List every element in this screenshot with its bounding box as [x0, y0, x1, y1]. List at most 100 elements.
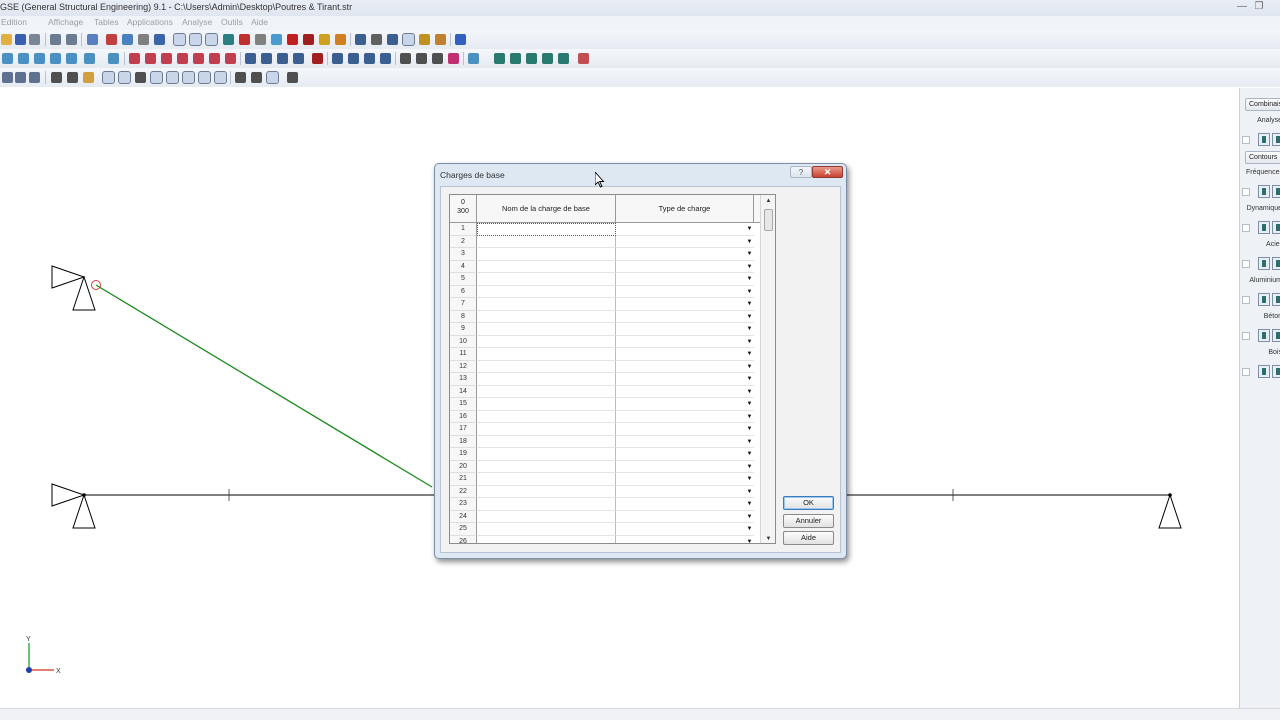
load-name-cell[interactable]: [477, 373, 616, 386]
load-type-dropdown-icon[interactable]: ▼: [745, 512, 754, 522]
concrete-results-icon[interactable]: [1272, 329, 1280, 342]
scrollbar-thumb[interactable]: [764, 209, 773, 231]
load-type-cell[interactable]: ▼: [616, 348, 754, 361]
load-type-dropdown-icon[interactable]: ▼: [745, 262, 754, 272]
check-icon[interactable]: [2, 53, 13, 64]
filter-dropdown-icon[interactable]: [84, 53, 95, 64]
load-type-cell[interactable]: ▼: [616, 386, 754, 398]
load-name-cell[interactable]: [477, 423, 616, 436]
load-type-cell[interactable]: ▼: [616, 536, 754, 544]
load-type-cell[interactable]: ▼: [616, 511, 754, 523]
open-icon[interactable]: [1, 34, 12, 45]
node-point[interactable]: [82, 493, 86, 497]
row-number[interactable]: 2: [450, 235, 477, 248]
load-type-cell[interactable]: ▼: [616, 423, 754, 436]
pin-support-horizontal[interactable]: [51, 265, 86, 289]
load-name-cell[interactable]: [477, 260, 616, 273]
load-type-dropdown-icon[interactable]: ▼: [745, 449, 754, 459]
zoom-window-icon[interactable]: [102, 71, 115, 84]
zoom-window-3-icon[interactable]: [150, 71, 163, 84]
row-number[interactable]: 8: [450, 310, 477, 323]
load-name-cell[interactable]: [477, 510, 616, 523]
view-icon[interactable]: [154, 34, 165, 45]
row-number[interactable]: 9: [450, 323, 477, 336]
section-icon[interactable]: [303, 34, 314, 45]
display-mode-2-icon[interactable]: [189, 33, 202, 46]
dynamic-run-icon[interactable]: [1258, 221, 1270, 234]
load-type-cell[interactable]: ▼: [616, 236, 754, 248]
load-name-cell[interactable]: [477, 248, 616, 261]
load-type-dropdown-icon[interactable]: ▼: [745, 499, 754, 509]
view-2-icon[interactable]: [2, 72, 13, 83]
row-number[interactable]: 21: [450, 473, 477, 486]
load-name-cell[interactable]: [477, 323, 616, 336]
results-icon[interactable]: [387, 34, 398, 45]
check-2-icon[interactable]: [18, 53, 29, 64]
zoom-window-4-icon[interactable]: [166, 71, 179, 84]
load-name-cell[interactable]: [477, 273, 616, 286]
dimension-4-icon[interactable]: [380, 53, 391, 64]
view-4-icon[interactable]: [29, 72, 40, 83]
load-type-cell[interactable]: ▼: [616, 286, 754, 298]
load-type-dropdown-icon[interactable]: ▼: [745, 399, 754, 409]
analysis-run-icon[interactable]: [1258, 133, 1270, 146]
delete-3-icon[interactable]: [161, 53, 172, 64]
wood-checkbox[interactable]: [1242, 368, 1250, 376]
spring-icon[interactable]: [371, 34, 382, 45]
brush-icon[interactable]: [468, 53, 479, 64]
load-name-cell[interactable]: [477, 398, 616, 411]
spring-2-icon[interactable]: [416, 53, 427, 64]
load-type-dropdown-icon[interactable]: ▼: [745, 362, 754, 372]
load-type-cell[interactable]: ▼: [616, 248, 754, 261]
load-type-dropdown-icon[interactable]: ▼: [745, 487, 754, 497]
help-button[interactable]: Aide: [783, 531, 834, 545]
load-type-cell[interactable]: ▼: [616, 298, 754, 311]
load-name-cell[interactable]: [477, 360, 616, 373]
pan-icon[interactable]: [135, 72, 146, 83]
load-type-cell[interactable]: ▼: [616, 361, 754, 373]
node-point[interactable]: [1168, 493, 1172, 497]
load-type-dropdown-icon[interactable]: ▼: [745, 274, 754, 284]
dialog-help-icon[interactable]: ?: [790, 166, 812, 178]
row-number[interactable]: 13: [450, 373, 477, 386]
wood-results-icon[interactable]: [1272, 365, 1280, 378]
menu-aide[interactable]: Aide: [251, 17, 268, 27]
load-type-dropdown-icon[interactable]: ▼: [745, 312, 754, 322]
menu-tables[interactable]: Tables: [94, 17, 119, 27]
zoom-window-5-icon[interactable]: [182, 71, 195, 84]
load-type-cell[interactable]: ▼: [616, 498, 754, 511]
undo-icon[interactable]: [50, 34, 61, 45]
frequencies-checkbox[interactable]: [1242, 188, 1250, 196]
grid-icon[interactable]: [255, 34, 266, 45]
load-type-dropdown-icon[interactable]: ▼: [745, 237, 754, 247]
load-type-dropdown-icon[interactable]: ▼: [745, 524, 754, 534]
triangle-icon[interactable]: [432, 53, 443, 64]
minimize-button[interactable]: —: [1236, 1, 1248, 13]
load-type-dropdown-icon[interactable]: ▼: [745, 349, 754, 359]
row-number[interactable]: 25: [450, 523, 477, 536]
column-header-load-type[interactable]: Type de charge: [616, 195, 754, 223]
results-2-icon[interactable]: [402, 33, 415, 46]
frame-3-icon[interactable]: [83, 72, 94, 83]
menu-edition[interactable]: Edition: [1, 17, 27, 27]
load-name-cell[interactable]: [477, 435, 616, 448]
load-type-dropdown-icon[interactable]: ▼: [745, 299, 754, 309]
arrow-left-icon[interactable]: [312, 53, 323, 64]
load-type-dropdown-icon[interactable]: ▼: [745, 387, 754, 397]
load-type-dropdown-icon[interactable]: ▼: [745, 474, 754, 484]
select-icon[interactable]: [87, 34, 98, 45]
load-name-cell[interactable]: [477, 485, 616, 498]
color-icon[interactable]: [448, 53, 459, 64]
load-type-dropdown-icon[interactable]: ▼: [745, 412, 754, 422]
delete-5-icon[interactable]: [193, 53, 204, 64]
load-type-dropdown-icon[interactable]: ▼: [745, 437, 754, 447]
grid-vertical-scrollbar[interactable]: ▲ ▼: [760, 195, 775, 543]
frame-2-icon[interactable]: [67, 72, 78, 83]
load-name-cell[interactable]: [477, 448, 616, 461]
load-name-cell[interactable]: [477, 235, 616, 248]
support-2-icon[interactable]: [400, 53, 411, 64]
copy-icon[interactable]: [494, 53, 505, 64]
row-number[interactable]: 22: [450, 485, 477, 498]
load-type-cell[interactable]: ▼: [616, 461, 754, 473]
row-number[interactable]: 11: [450, 348, 477, 361]
